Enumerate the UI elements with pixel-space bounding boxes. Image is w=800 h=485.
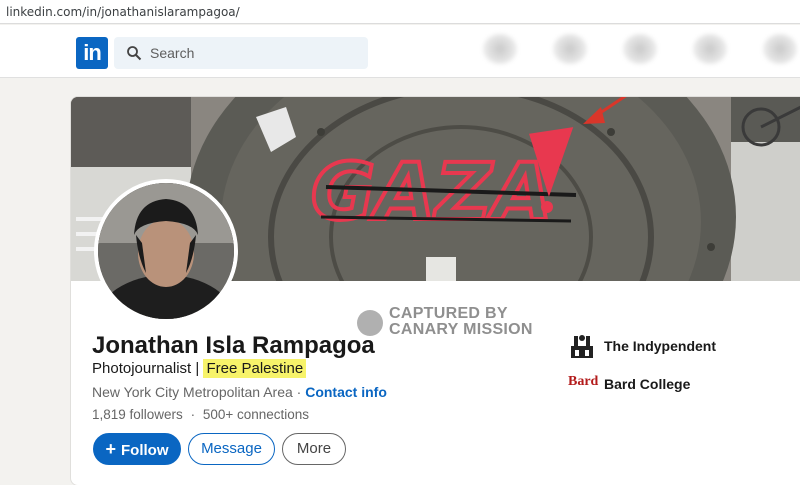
url-text: linkedin.com/in/jonathanislarampagoa/ [6,5,240,19]
indypendent-logo-icon [568,332,596,360]
address-bar[interactable]: linkedin.com/in/jonathanislarampagoa/ [0,0,800,24]
followers-count[interactable]: 1,819 followers [92,407,183,422]
search-icon [127,46,142,61]
search-bar[interactable]: Search [114,37,368,69]
watermark-line-2: CANARY MISSION [389,321,533,338]
nav-jobs-icon[interactable] [623,34,657,64]
contact-info-link[interactable]: Contact info [305,384,387,400]
watermark-line-1: CAPTURED BY [389,305,508,322]
follow-button[interactable]: + Follow [93,433,181,465]
plus-icon: + [105,439,116,459]
headline-highlight: Free Palestine [203,359,307,378]
stats-separator: · [190,407,196,422]
canary-bird-icon [357,310,383,336]
avatar[interactable] [94,179,238,323]
search-input[interactable]: Search [150,45,194,61]
connections-count[interactable]: 500+ connections [203,407,309,422]
bard-logo-icon: Bard [568,374,599,389]
nav-notifications-icon[interactable] [763,34,797,64]
profile-name: Jonathan Isla Rampagoa [92,332,375,359]
headline-text: Photojournalist | [92,360,200,377]
profile-location: New York City Metropolitan Area · Contac… [92,384,387,400]
location-text: New York City Metropolitan Area [92,384,293,400]
more-button[interactable]: More [282,433,346,465]
profile-photo [98,183,234,319]
profile-stats: 1,819 followers · 500+ connections [92,407,309,422]
org-name: Bard College [604,376,691,392]
org-name: The Indypendent [604,338,716,354]
nav-network-icon[interactable] [553,34,587,64]
follow-label: Follow [121,442,169,459]
nav-home-icon[interactable] [483,34,517,64]
nav-messaging-icon[interactable] [693,34,727,64]
location-separator: · [296,384,302,400]
profile-headline: Photojournalist | Free Palestine [92,359,307,378]
message-button[interactable]: Message [188,433,275,465]
linkedin-logo[interactable]: in [76,37,108,69]
